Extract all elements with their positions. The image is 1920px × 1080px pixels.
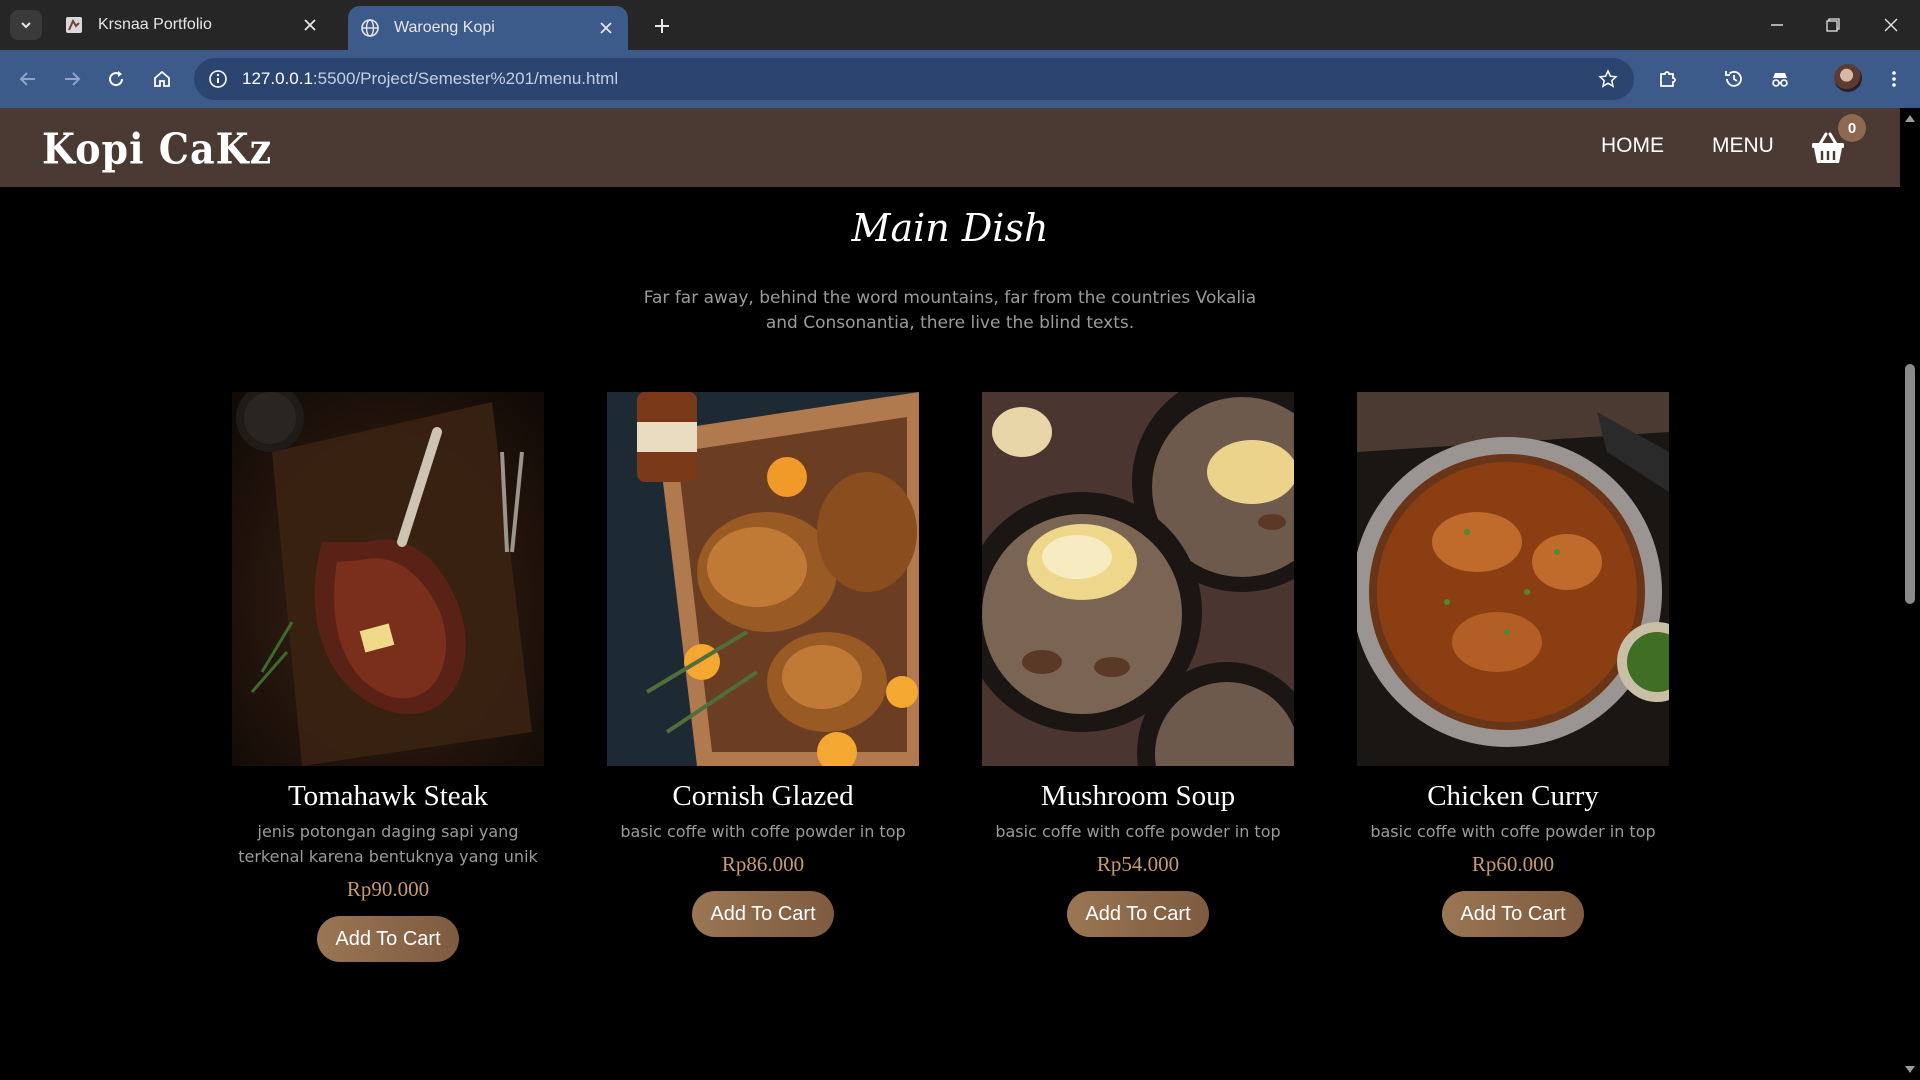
- tab-krsnaa-portfolio[interactable]: Krsnaa Portfolio: [52, 8, 332, 42]
- chevron-down-icon: [21, 22, 31, 29]
- section-description: Far far away, behind the word mountains,…: [643, 288, 1257, 333]
- add-to-cart-button[interactable]: Add To Cart: [317, 916, 459, 962]
- menu-card: Tomahawk Steak jenis potongan daging sap…: [232, 392, 544, 962]
- bookmark-star-icon[interactable]: [1596, 67, 1620, 91]
- site-logo[interactable]: Kopi CaKz: [42, 124, 272, 174]
- home-icon: [154, 70, 170, 87]
- incognito-icon: [1772, 73, 1788, 87]
- browser-toolbar: 127.0.0.1:5500/Project/Semester%201/menu…: [0, 50, 1920, 108]
- mushroom-soup-photo: [982, 392, 1294, 766]
- item-description: basic coffe with coffe powder in top: [620, 822, 906, 841]
- minimize-icon: [1771, 24, 1783, 26]
- scrollbar-thumb[interactable]: [1905, 364, 1915, 604]
- item-name: Mushroom Soup: [1040, 780, 1236, 812]
- item-price: Rp54.000: [1096, 852, 1180, 876]
- section-title: Main Dish: [851, 206, 1049, 250]
- site-info-icon[interactable]: [206, 67, 230, 91]
- portfolio-favicon-icon: [66, 17, 82, 33]
- close-tab-icon[interactable]: [596, 18, 616, 38]
- scroll-up-arrow-icon[interactable]: [1904, 112, 1916, 124]
- close-icon: [1884, 18, 1898, 32]
- arrow-right-icon: [65, 72, 81, 86]
- url-host: 127.0.0.1: [242, 69, 313, 88]
- restore-icon: [1826, 18, 1840, 32]
- nav-home-link[interactable]: HOME: [1601, 134, 1664, 158]
- item-price: Rp60.000: [1471, 852, 1555, 876]
- tab-search-button[interactable]: [10, 10, 42, 40]
- close-tab-icon[interactable]: [300, 15, 320, 35]
- item-name: Chicken Curry: [1427, 780, 1599, 812]
- close-window-button[interactable]: [1868, 8, 1914, 42]
- more-vertical-icon: [1892, 71, 1896, 87]
- history-button[interactable]: [1718, 63, 1750, 95]
- vertical-scrollbar[interactable]: [1900, 108, 1920, 1080]
- extensions-button[interactable]: [1652, 63, 1684, 95]
- nav-menu-link[interactable]: MENU: [1712, 134, 1774, 158]
- tab-waroeng-kopi[interactable]: Waroeng Kopi: [348, 6, 628, 50]
- item-description: jenis potongan daging sapi yang terkenal…: [238, 822, 538, 866]
- puzzle-icon: [1660, 71, 1676, 87]
- item-name: Cornish Glazed: [672, 780, 854, 812]
- arrow-left-icon: [19, 72, 35, 86]
- restore-window-button[interactable]: [1810, 8, 1856, 42]
- tab-title: Krsnaa Portfolio: [98, 16, 212, 33]
- item-description: basic coffe with coffe powder in top: [995, 822, 1281, 841]
- url-path: :5500/Project/Semester%201/menu.html: [312, 69, 619, 88]
- chicken-curry-photo: [1357, 392, 1669, 766]
- tab-title: Waroeng Kopi: [394, 19, 495, 36]
- item-price: Rp90.000: [346, 877, 430, 901]
- forward-button[interactable]: [56, 63, 88, 95]
- item-name: Tomahawk Steak: [287, 780, 489, 812]
- steak-photo: [232, 392, 544, 766]
- history-icon: [1725, 70, 1742, 87]
- globe-icon: [361, 19, 379, 37]
- profile-avatar[interactable]: [1834, 64, 1862, 92]
- scroll-down-arrow-icon[interactable]: [1904, 1064, 1916, 1076]
- new-tab-button[interactable]: [648, 12, 676, 40]
- add-to-cart-button[interactable]: Add To Cart: [692, 891, 834, 937]
- reload-icon: [109, 71, 124, 87]
- back-button[interactable]: [12, 63, 44, 95]
- roast-chicken-photo: [607, 392, 919, 766]
- reload-button[interactable]: [100, 63, 132, 95]
- minimize-window-button[interactable]: [1754, 8, 1800, 42]
- site-navbar: Kopi CaKz HOME MENU 0: [0, 108, 1900, 187]
- menu-card: Mushroom Soup basic coffe with coffe pow…: [982, 392, 1294, 937]
- url-text: 127.0.0.1:5500/Project/Semester%201/menu…: [242, 69, 618, 89]
- menu-card: Chicken Curry basic coffe with coffe pow…: [1357, 392, 1669, 937]
- incognito-button[interactable]: [1764, 63, 1796, 95]
- browser-tab-strip: Krsnaa Portfolio Waroeng Kopi: [0, 0, 1920, 50]
- add-to-cart-button[interactable]: Add To Cart: [1067, 891, 1209, 937]
- browser-menu-button[interactable]: [1878, 63, 1910, 95]
- menu-card: Cornish Glazed basic coffe with coffe po…: [607, 392, 919, 937]
- item-description: basic coffe with coffe powder in top: [1370, 822, 1656, 841]
- add-to-cart-button[interactable]: Add To Cart: [1442, 891, 1584, 937]
- plus-icon: [655, 19, 669, 33]
- item-price: Rp86.000: [721, 852, 805, 876]
- address-bar[interactable]: 127.0.0.1:5500/Project/Semester%201/menu…: [194, 58, 1634, 100]
- cart-count-badge: 0: [1838, 114, 1866, 142]
- home-button[interactable]: [146, 63, 178, 95]
- page-viewport: Kopi CaKz HOME MENU 0 Main Dish Far far …: [0, 108, 1900, 1078]
